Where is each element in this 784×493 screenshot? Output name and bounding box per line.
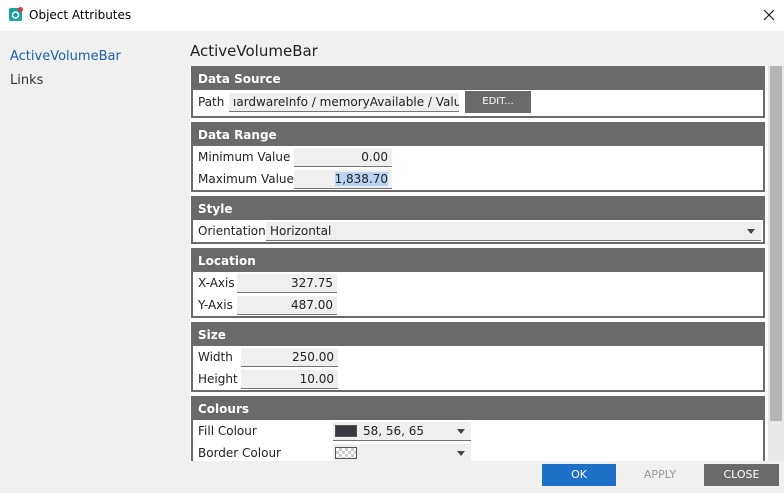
window-title: Object Attributes <box>29 8 132 22</box>
path-field[interactable]: ıardwareInfo / memoryAvailable / Value <box>229 93 459 112</box>
max-value-row: Maximum Value 1,838.70 <box>193 168 763 190</box>
scrollbar-thumb[interactable] <box>770 66 782 421</box>
border-colour-dropdown[interactable] <box>333 444 471 461</box>
width-row: Width 250.00 <box>193 346 763 368</box>
section-location: Location X-Axis 327.75 Y-Axis 487.00 <box>191 248 765 318</box>
apply-button[interactable]: APPLY <box>623 464 697 486</box>
fill-colour-dropdown[interactable]: 58, 56, 65 <box>333 422 471 441</box>
section-header: Data Source <box>193 68 763 90</box>
fill-colour-row: Fill Colour 58, 56, 65 <box>193 420 763 442</box>
orientation-value: Horizontal <box>270 224 332 238</box>
min-value-field[interactable]: 0.00 <box>294 148 392 167</box>
fill-colour-label: Fill Colour <box>198 424 257 438</box>
section-header: Size <box>193 324 763 346</box>
edit-path-button[interactable]: EDIT... <box>465 91 531 113</box>
border-colour-label: Border Colour <box>198 446 281 460</box>
border-colour-row: Border Colour <box>193 442 763 461</box>
section-header: Style <box>193 198 763 220</box>
ok-button[interactable]: OK <box>542 464 616 486</box>
orientation-label: Orientation <box>198 224 266 238</box>
sidebar-item-links[interactable]: Links <box>10 73 43 88</box>
min-value-label: Minimum Value <box>198 150 291 164</box>
y-axis-row: Y-Axis 487.00 <box>193 294 763 316</box>
width-field[interactable]: 250.00 <box>241 348 338 367</box>
fill-colour-swatch <box>335 425 357 437</box>
dialog-footer: OK APPLY CLOSE <box>0 461 784 493</box>
section-colours: Colours Fill Colour 58, 56, 65 Border Co… <box>191 396 765 461</box>
max-value-field[interactable]: 1,838.70 <box>294 170 392 189</box>
main-panel: ActiveVolumeBar Data Source Path ıardwar… <box>180 31 784 461</box>
x-axis-row: X-Axis 327.75 <box>193 272 763 294</box>
title-bar: Object Attributes <box>0 0 784 31</box>
path-row: Path ıardwareInfo / memoryAvailable / Va… <box>193 90 763 116</box>
close-button[interactable]: CLOSE <box>704 464 779 486</box>
x-axis-field[interactable]: 327.75 <box>237 274 337 293</box>
border-colour-swatch <box>335 447 357 459</box>
app-icon <box>9 7 23 21</box>
path-label: Path <box>198 95 225 109</box>
y-axis-label: Y-Axis <box>198 298 233 312</box>
section-data-source: Data Source Path ıardwareInfo / memoryAv… <box>191 66 765 118</box>
section-data-range: Data Range Minimum Value 0.00 Maximum Va… <box>191 122 765 192</box>
chevron-down-icon <box>747 229 755 234</box>
sidebar-item-activevolumebar[interactable]: ActiveVolumeBar <box>10 49 121 64</box>
height-field[interactable]: 10.00 <box>241 370 338 389</box>
section-header: Location <box>193 250 763 272</box>
close-icon[interactable] <box>758 4 780 26</box>
section-header: Data Range <box>193 124 763 146</box>
y-axis-field[interactable]: 487.00 <box>237 296 337 315</box>
orientation-dropdown[interactable]: Horizontal <box>266 222 761 241</box>
orientation-row: Orientation Horizontal <box>193 220 763 242</box>
fill-colour-value: 58, 56, 65 <box>363 424 425 438</box>
chevron-down-icon <box>457 451 465 456</box>
min-value-row: Minimum Value 0.00 <box>193 146 763 168</box>
sidebar: ActiveVolumeBar Links <box>0 31 180 461</box>
max-value-text: 1,838.70 <box>334 172 388 186</box>
width-label: Width <box>198 350 233 364</box>
section-style: Style Orientation Horizontal <box>191 196 765 244</box>
page-title: ActiveVolumeBar <box>190 42 318 60</box>
x-axis-label: X-Axis <box>198 276 235 290</box>
attributes-scroll-area: Data Source Path ıardwareInfo / memoryAv… <box>190 66 784 461</box>
height-row: Height 10.00 <box>193 368 763 390</box>
height-label: Height <box>198 372 238 386</box>
section-header: Colours <box>193 398 763 420</box>
chevron-down-icon <box>457 429 465 434</box>
max-value-label: Maximum Value <box>198 172 294 186</box>
vertical-scrollbar[interactable] <box>768 66 784 461</box>
section-size: Size Width 250.00 Height 10.00 <box>191 322 765 392</box>
